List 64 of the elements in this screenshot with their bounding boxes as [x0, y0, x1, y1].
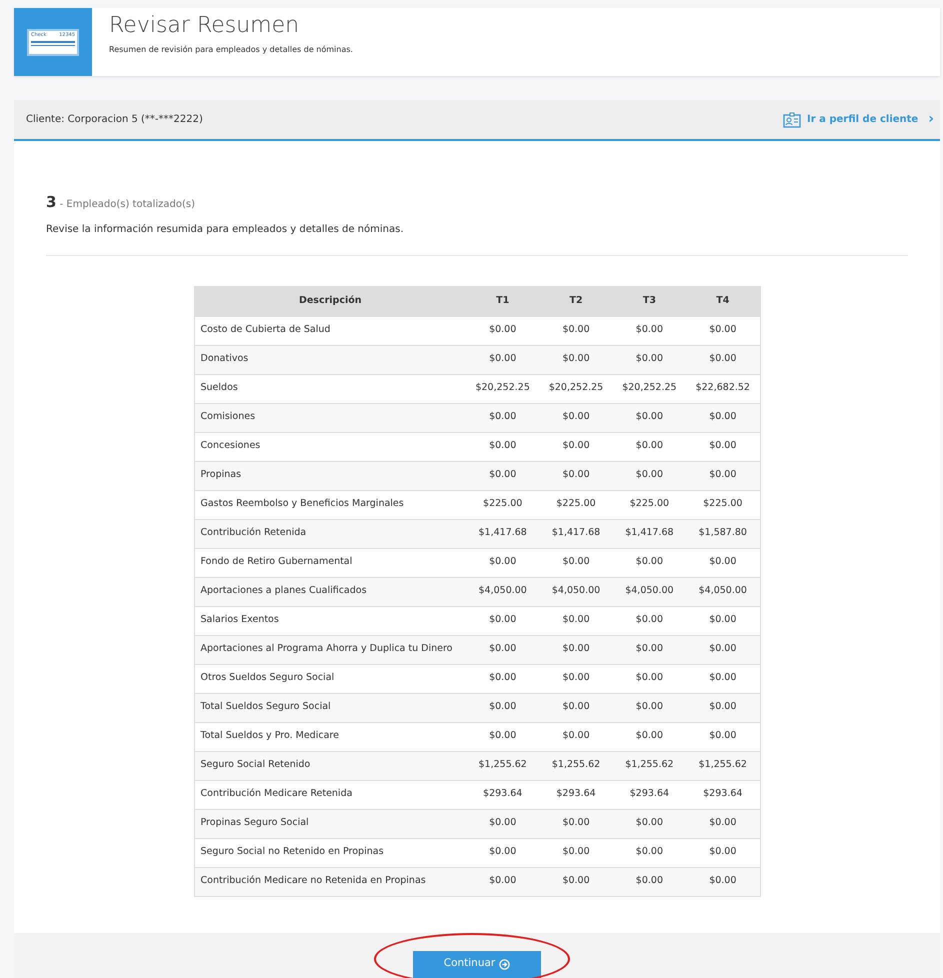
table-cell: $0.00 [612, 345, 686, 374]
table-cell: Donativos [194, 345, 466, 374]
table-cell: Seguro Social Retenido [194, 751, 466, 780]
table-cell: $0.00 [539, 867, 613, 896]
table-cell: $0.00 [686, 345, 760, 374]
client-profile-link[interactable]: Ir a perfil de cliente › [782, 109, 934, 130]
table-cell: $0.00 [686, 693, 760, 722]
table-cell: $0.00 [466, 403, 540, 432]
table-cell: $0.00 [612, 867, 686, 896]
summary-description: Revise la información resumida para empleados y detalles de nóminas. [46, 222, 405, 236]
page-subtitle: Resumen de revisión para empleados y detalles de nóminas. [109, 44, 353, 56]
column-header: T4 [686, 286, 760, 316]
table-cell: $4,050.00 [466, 577, 540, 606]
table-cell: $0.00 [612, 635, 686, 664]
table-cell: $0.00 [466, 635, 540, 664]
table-cell: $4,050.00 [539, 577, 613, 606]
table-cell: $0.00 [539, 809, 613, 838]
table-cell: $0.00 [466, 693, 540, 722]
column-header: Descripción [194, 286, 466, 316]
continue-button[interactable]: Continuar [413, 950, 541, 978]
table-cell: $4,050.00 [612, 577, 686, 606]
table-cell: $0.00 [539, 403, 613, 432]
arrow-circle-icon [499, 958, 510, 970]
table-cell: $0.00 [539, 693, 613, 722]
column-header: T2 [539, 286, 613, 316]
table-cell: $1,255.62 [539, 751, 613, 780]
table-cell: $0.00 [612, 403, 686, 432]
table-cell: $1,255.62 [612, 751, 686, 780]
table-cell: $1,417.68 [466, 519, 540, 548]
table-cell: Propinas [194, 461, 466, 490]
table-cell: $0.00 [466, 461, 540, 490]
table-cell: $1,417.68 [612, 519, 686, 548]
table-cell: Aportaciones al Programa Ahorra y Duplica tu Dinero [194, 635, 466, 664]
table-cell: Propinas Seguro Social [194, 809, 466, 838]
table-cell: Total Sueldos Seguro Social [194, 693, 466, 722]
table-cell: $0.00 [612, 693, 686, 722]
table-cell: $0.00 [466, 345, 540, 374]
table-cell: $1,587.80 [686, 519, 760, 548]
table-cell: Contribución Medicare no Retenida en Propinas [194, 867, 466, 896]
table-cell: $0.00 [686, 635, 760, 664]
table-cell: Contribución Retenida [194, 519, 466, 548]
employee-count: 3 - Empleado(s) totalizado(s) [46, 192, 196, 213]
table-cell: $0.00 [539, 461, 613, 490]
page-title: Revisar Resumen [109, 14, 300, 38]
table-cell: $0.00 [686, 867, 760, 896]
table-cell: $0.00 [686, 809, 760, 838]
table-cell: $0.00 [686, 461, 760, 490]
table-cell: $0.00 [686, 403, 760, 432]
client-label: Cliente: Corporacion 5 (**-***2222) [26, 113, 203, 127]
id-card-icon [782, 112, 801, 128]
table-cell: $0.00 [539, 635, 613, 664]
table-cell: $0.00 [612, 809, 686, 838]
table-cell: $1,417.68 [539, 519, 613, 548]
column-header: T1 [466, 286, 540, 316]
table-cell: $1,255.62 [686, 751, 760, 780]
table-cell: Aportaciones a planes Cualificados [194, 577, 466, 606]
table-cell: $4,050.00 [686, 577, 760, 606]
table-cell: $0.00 [612, 461, 686, 490]
column-header: T3 [612, 286, 686, 316]
table-cell: $0.00 [466, 809, 540, 838]
table-cell: $0.00 [539, 345, 613, 374]
table-cell: $1,255.62 [466, 751, 540, 780]
table-cell: $0.00 [466, 867, 540, 896]
table-cell: Comisiones [194, 403, 466, 432]
